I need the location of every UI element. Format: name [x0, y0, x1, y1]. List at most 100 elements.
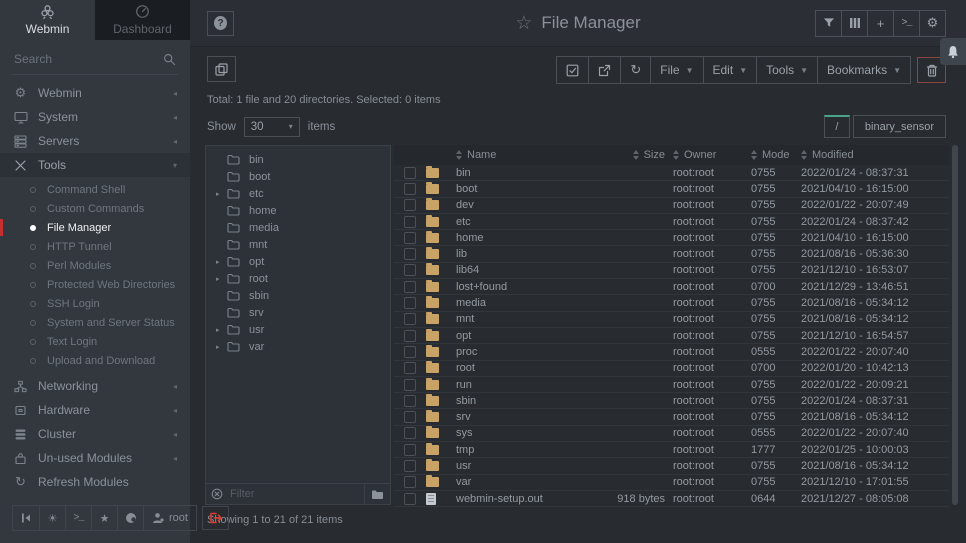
- add-button[interactable]: +: [867, 11, 893, 36]
- columns-button[interactable]: [841, 11, 867, 36]
- sidebar-item-tools[interactable]: Tools ▾: [0, 153, 190, 177]
- row-checkbox[interactable]: [404, 460, 416, 472]
- sidebar-item-cluster[interactable]: Cluster ◂: [0, 422, 190, 446]
- sidebar-item-networking[interactable]: Networking ◂: [0, 374, 190, 398]
- row-checkbox[interactable]: [404, 199, 416, 211]
- file-name[interactable]: mnt: [456, 313, 577, 325]
- table-row[interactable]: media root:root 0755 2021/08/16 - 05:34:…: [394, 295, 949, 311]
- row-checkbox[interactable]: [404, 330, 416, 342]
- submenu-item[interactable]: Text Login: [0, 332, 190, 351]
- toolbar-menu[interactable]: Edit ▼: [703, 57, 757, 83]
- row-checkbox[interactable]: [404, 264, 416, 276]
- tree-item[interactable]: mnt: [206, 236, 390, 253]
- column-header-modified[interactable]: Modified: [801, 149, 949, 161]
- file-name[interactable]: lost+found: [456, 281, 577, 293]
- help-button[interactable]: ?: [207, 11, 234, 36]
- row-checkbox[interactable]: [404, 395, 416, 407]
- row-checkbox[interactable]: [404, 476, 416, 488]
- table-row[interactable]: var root:root 0755 2021/12/10 - 17:01:55: [394, 475, 949, 491]
- file-name[interactable]: webmin-setup.out: [456, 493, 577, 505]
- table-row[interactable]: sbin root:root 0755 2022/01/24 - 08:37:3…: [394, 393, 949, 409]
- column-header-size[interactable]: Size: [577, 149, 673, 161]
- tree-item[interactable]: srv: [206, 304, 390, 321]
- table-row[interactable]: mnt root:root 0755 2021/08/16 - 05:34:12: [394, 312, 949, 328]
- tree-filter-input[interactable]: [228, 487, 359, 501]
- copy-path-button[interactable]: [207, 56, 236, 82]
- file-name[interactable]: boot: [456, 183, 577, 195]
- row-checkbox[interactable]: [404, 493, 416, 505]
- file-name[interactable]: media: [456, 297, 577, 309]
- file-name[interactable]: bin: [456, 167, 577, 179]
- sidebar-item-hardware[interactable]: Hardware ◂: [0, 398, 190, 422]
- file-name[interactable]: etc: [456, 216, 577, 228]
- tree-item[interactable]: media: [206, 219, 390, 236]
- toolbar-menu[interactable]: Bookmarks ▼: [817, 57, 910, 83]
- table-scrollbar[interactable]: [952, 145, 958, 505]
- expand-arrow-icon[interactable]: ▸: [216, 258, 227, 266]
- row-checkbox[interactable]: [404, 167, 416, 179]
- file-name[interactable]: run: [456, 379, 577, 391]
- file-name[interactable]: srv: [456, 411, 577, 423]
- row-checkbox[interactable]: [404, 362, 416, 374]
- row-checkbox[interactable]: [404, 281, 416, 293]
- theme-toggle-button[interactable]: ☀: [39, 506, 65, 530]
- table-row[interactable]: sys root:root 0555 2022/01/22 - 20:07:40: [394, 426, 949, 442]
- file-name[interactable]: opt: [456, 330, 577, 342]
- sidebar-item-webmin[interactable]: ⚙ Webmin ◂: [0, 81, 190, 105]
- tree-item[interactable]: ▸ root: [206, 270, 390, 287]
- row-checkbox[interactable]: [404, 411, 416, 423]
- file-name[interactable]: var: [456, 476, 577, 488]
- page-size-select[interactable]: 30 ▾: [244, 117, 300, 137]
- row-checkbox[interactable]: [404, 216, 416, 228]
- tree-item[interactable]: ▸ var: [206, 338, 390, 355]
- column-header-owner[interactable]: Owner: [673, 149, 751, 161]
- notifications-bell-button[interactable]: [940, 38, 966, 65]
- table-row[interactable]: lib64 root:root 0755 2021/12/10 - 16:53:…: [394, 263, 949, 279]
- toolbar-menu[interactable]: File ▼: [650, 57, 702, 83]
- table-row[interactable]: etc root:root 0755 2022/01/24 - 08:37:42: [394, 214, 949, 230]
- tree-item[interactable]: ▸ usr: [206, 321, 390, 338]
- logout-button[interactable]: [202, 506, 229, 530]
- table-row[interactable]: tmp root:root 1777 2022/01/25 - 10:00:03: [394, 442, 949, 458]
- table-row[interactable]: opt root:root 0755 2021/12/10 - 16:54:57: [394, 328, 949, 344]
- favorites-button[interactable]: ★: [91, 506, 117, 530]
- tree-item[interactable]: bin: [206, 151, 390, 168]
- shell-button[interactable]: >_: [893, 11, 919, 36]
- user-button[interactable]: root: [143, 506, 196, 530]
- sidebar-item-refresh-modules[interactable]: ↻ Refresh Modules: [0, 470, 190, 494]
- palette-button[interactable]: [117, 506, 143, 530]
- table-row[interactable]: proc root:root 0555 2022/01/22 - 20:07:4…: [394, 344, 949, 360]
- column-header-mode[interactable]: Mode: [751, 149, 801, 161]
- table-row[interactable]: boot root:root 0755 2021/04/10 - 16:15:0…: [394, 181, 949, 197]
- table-row[interactable]: lost+found root:root 0700 2021/12/29 - 1…: [394, 279, 949, 295]
- export-button[interactable]: [588, 57, 620, 83]
- submenu-item[interactable]: Command Shell: [0, 180, 190, 199]
- sidebar-item-servers[interactable]: Servers ◂: [0, 129, 190, 153]
- submenu-item[interactable]: Upload and Download: [0, 351, 190, 370]
- file-name[interactable]: root: [456, 362, 577, 374]
- file-name[interactable]: lib: [456, 248, 577, 260]
- table-row[interactable]: dev root:root 0755 2022/01/22 - 20:07:49: [394, 198, 949, 214]
- file-name[interactable]: lib64: [456, 264, 577, 276]
- expand-arrow-icon[interactable]: ▸: [216, 343, 227, 351]
- row-checkbox[interactable]: [404, 444, 416, 456]
- table-row[interactable]: run root:root 0755 2022/01/22 - 20:09:21: [394, 377, 949, 393]
- sidebar-item-unused-modules[interactable]: Un-used Modules ◂: [0, 446, 190, 470]
- table-row[interactable]: srv root:root 0755 2021/08/16 - 05:34:12: [394, 409, 949, 425]
- column-header-name[interactable]: Name: [456, 149, 577, 161]
- tree-item[interactable]: sbin: [206, 287, 390, 304]
- file-name[interactable]: dev: [456, 199, 577, 211]
- breadcrumb-current-button[interactable]: binary_sensor: [853, 115, 946, 138]
- table-row[interactable]: webmin-setup.out 918 bytes root:root 064…: [394, 491, 949, 507]
- tree-item[interactable]: home: [206, 202, 390, 219]
- submenu-item[interactable]: Custom Commands: [0, 199, 190, 218]
- choose-folder-button[interactable]: [364, 484, 390, 504]
- filter-button[interactable]: [816, 11, 841, 36]
- expand-arrow-icon[interactable]: ▸: [216, 275, 227, 283]
- table-row[interactable]: root root:root 0700 2022/01/20 - 10:42:1…: [394, 361, 949, 377]
- settings-gear-button[interactable]: ⚙: [919, 11, 945, 36]
- file-name[interactable]: home: [456, 232, 577, 244]
- row-checkbox[interactable]: [404, 248, 416, 260]
- favorite-star-icon[interactable]: ☆: [515, 14, 532, 33]
- submenu-item[interactable]: Perl Modules: [0, 256, 190, 275]
